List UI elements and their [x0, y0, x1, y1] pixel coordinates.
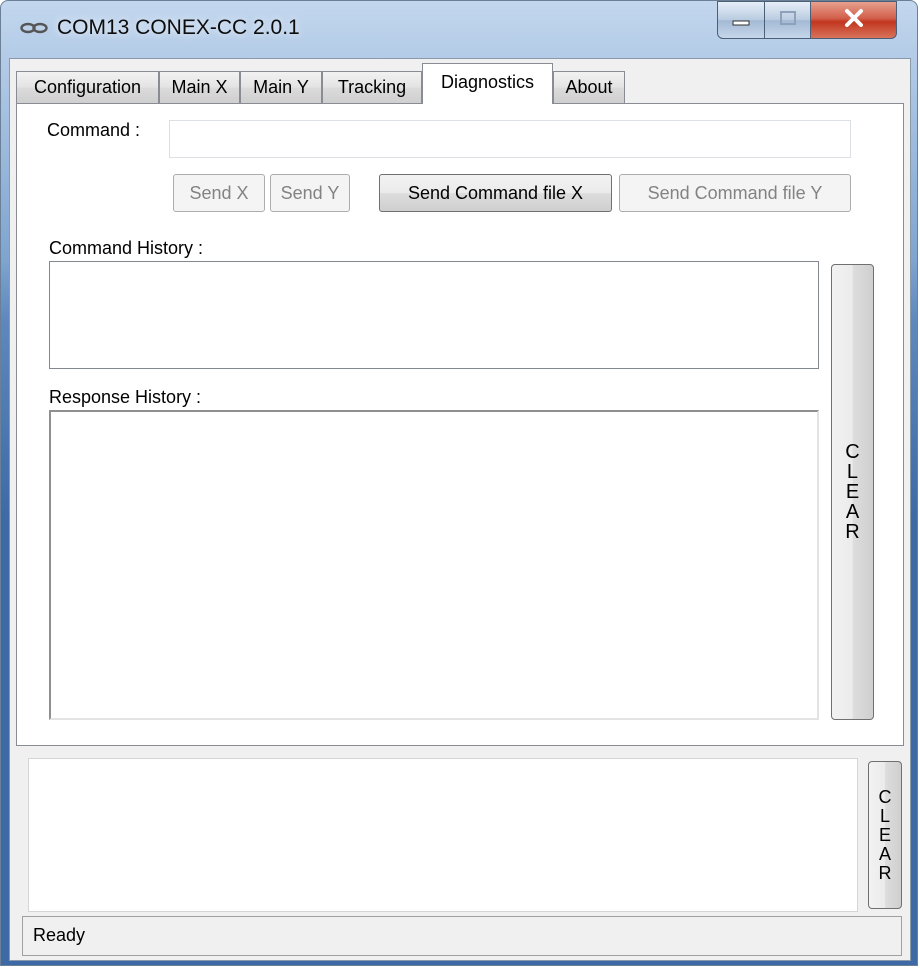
- diagnostics-panel: Command : Send X Send Y Send Command fil…: [16, 103, 904, 746]
- maximize-button[interactable]: [765, 1, 811, 39]
- tab-label: Tracking: [337, 77, 407, 97]
- send-command-file-y-label: Send Command file Y: [647, 182, 823, 203]
- tab-label: About: [565, 77, 613, 97]
- command-history-label: Command History :: [49, 238, 204, 258]
- close-icon: [843, 8, 865, 33]
- response-history-label: Response History :: [49, 387, 202, 407]
- tab-tracking[interactable]: Tracking: [322, 71, 422, 103]
- tab-main-y[interactable]: Main Y: [240, 71, 322, 103]
- tab-main-x[interactable]: Main X: [159, 71, 240, 103]
- command-history-box[interactable]: [49, 261, 819, 369]
- clear-log-label: C L E A R: [878, 786, 892, 883]
- log-output-box[interactable]: [28, 758, 858, 912]
- send-command-file-x-button[interactable]: Send Command file X: [379, 174, 612, 212]
- close-button[interactable]: [811, 1, 897, 39]
- clear-log-button[interactable]: C L E A R: [868, 761, 902, 909]
- status-bar: Ready: [22, 916, 902, 956]
- tab-label: Diagnostics: [440, 72, 535, 92]
- title-bar[interactable]: COM13 CONEX-CC 2.0.1: [1, 1, 917, 57]
- tab-label: Main X: [171, 77, 228, 97]
- send-y-button[interactable]: Send Y: [270, 174, 350, 212]
- send-command-file-x-label: Send Command file X: [407, 182, 584, 203]
- command-input[interactable]: [169, 120, 851, 158]
- app-window: COM13 CONEX-CC 2.0.1 Configuration Main …: [0, 0, 918, 966]
- send-y-label: Send Y: [280, 182, 340, 203]
- client-area: Configuration Main X Main Y Tracking Dia…: [9, 58, 911, 961]
- tab-about[interactable]: About: [553, 71, 625, 103]
- link-chain-icon: [19, 19, 49, 37]
- send-x-label: Send X: [189, 182, 249, 203]
- send-command-file-y-button[interactable]: Send Command file Y: [619, 174, 851, 212]
- window-title: COM13 CONEX-CC 2.0.1: [57, 16, 300, 39]
- tab-configuration[interactable]: Configuration: [16, 71, 159, 103]
- response-history-box[interactable]: [49, 410, 819, 720]
- tab-diagnostics[interactable]: Diagnostics: [422, 63, 553, 104]
- clear-history-label: C L E A R: [845, 441, 860, 543]
- minimize-icon: [731, 10, 751, 31]
- send-x-button[interactable]: Send X: [173, 174, 265, 212]
- clear-history-button[interactable]: C L E A R: [831, 264, 874, 720]
- status-text: Ready: [33, 925, 86, 945]
- command-label: Command :: [47, 120, 141, 140]
- maximize-icon: [778, 10, 798, 31]
- minimize-button[interactable]: [717, 1, 765, 39]
- tab-label: Configuration: [33, 77, 142, 97]
- tab-label: Main Y: [253, 77, 309, 97]
